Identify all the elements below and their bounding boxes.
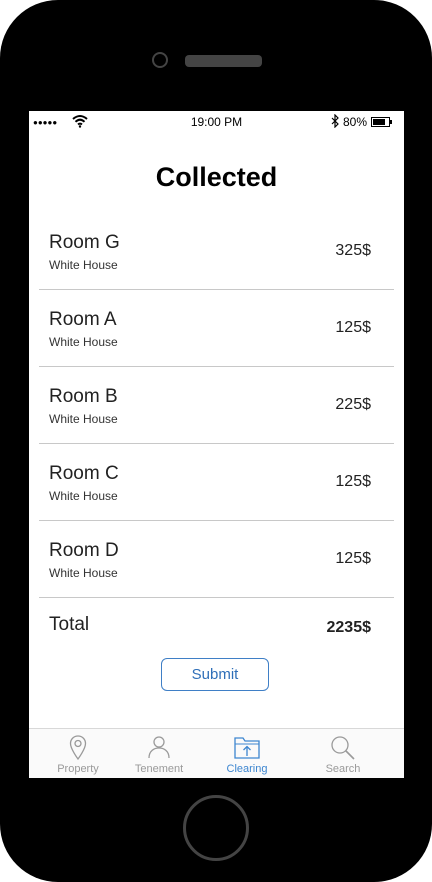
room-amount: 125$ bbox=[335, 473, 371, 490]
room-name: Room C bbox=[49, 463, 119, 484]
tab-clearing[interactable]: Clearing bbox=[202, 729, 292, 778]
room-name: Room B bbox=[49, 386, 118, 407]
camera-icon bbox=[152, 52, 168, 68]
building-name: White House bbox=[49, 335, 118, 349]
list-item[interactable]: Room A White House 125$ bbox=[39, 290, 394, 367]
room-amount: 125$ bbox=[335, 319, 371, 336]
tab-property[interactable]: Property bbox=[33, 729, 123, 778]
building-name: White House bbox=[49, 412, 118, 426]
canvas: ●●●●● 19:00 PM 80% Collected Room G Whit… bbox=[0, 0, 432, 882]
total-label: Total bbox=[49, 614, 90, 635]
list-item[interactable]: Room G White House 325$ bbox=[39, 213, 394, 290]
room-name: Room D bbox=[49, 540, 119, 561]
collected-list: Room G White House 325$ Room A White Hou… bbox=[39, 213, 394, 598]
room-amount: 325$ bbox=[335, 242, 371, 259]
room-name: Room A bbox=[49, 309, 117, 330]
tab-label: Tenement bbox=[134, 763, 184, 775]
tab-search[interactable]: Search bbox=[298, 729, 388, 778]
tab-label: Property bbox=[57, 763, 99, 775]
submit-button[interactable]: Submit bbox=[161, 658, 269, 691]
building-name: White House bbox=[49, 489, 118, 503]
building-name: White House bbox=[49, 258, 118, 272]
tab-bar: Property Tenement Clearing Search bbox=[29, 728, 404, 778]
page-title: Collected bbox=[155, 162, 278, 192]
battery-percent: 80% bbox=[343, 115, 368, 129]
person-icon bbox=[148, 736, 170, 759]
bluetooth-icon bbox=[331, 114, 339, 128]
room-amount: 125$ bbox=[335, 550, 371, 567]
location-pin-icon bbox=[69, 735, 87, 761]
tab-tenement[interactable]: Tenement bbox=[114, 729, 204, 778]
room-name: Room G bbox=[49, 232, 120, 253]
list-item[interactable]: Room D White House 125$ bbox=[39, 521, 394, 598]
tab-label: Clearing bbox=[226, 763, 268, 775]
total-amount: 2235$ bbox=[326, 619, 372, 636]
screen: ●●●●● 19:00 PM 80% Collected Room G Whit… bbox=[29, 111, 404, 778]
search-icon bbox=[331, 736, 355, 760]
phone-frame: ●●●●● 19:00 PM 80% Collected Room G Whit… bbox=[0, 0, 432, 882]
battery-icon bbox=[371, 117, 392, 127]
status-bar: ●●●●● 19:00 PM 80% bbox=[29, 111, 404, 133]
list-item[interactable]: Room C White House 125$ bbox=[39, 444, 394, 521]
list-item[interactable]: Room B White House 225$ bbox=[39, 367, 394, 444]
home-button[interactable] bbox=[183, 795, 249, 861]
building-name: White House bbox=[49, 566, 118, 580]
speaker-grille bbox=[185, 55, 262, 67]
room-amount: 225$ bbox=[335, 396, 371, 413]
tab-label: Search bbox=[325, 763, 361, 775]
folder-upload-icon bbox=[234, 737, 260, 759]
total-row: Total 2235$ bbox=[39, 593, 394, 653]
